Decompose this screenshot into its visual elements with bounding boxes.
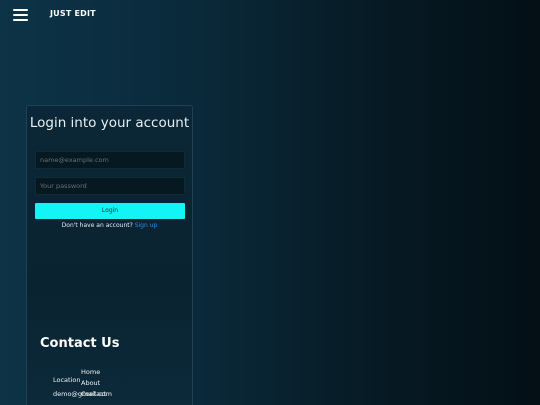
signup-prompt: Don't have an account? Sign up [27,222,192,229]
footer-link-home[interactable]: Home [81,368,100,376]
signup-prompt-text: Don't have an account? [61,222,133,229]
footer-location: Location [53,376,81,384]
hamburger-menu-icon[interactable] [13,9,28,21]
login-button[interactable]: Login [35,203,185,219]
footer-email: demo@gmail.com [53,390,112,398]
footer-link-about[interactable]: About [81,379,100,387]
email-field[interactable] [35,151,185,169]
login-card: Login into your account Login Don't have… [26,105,193,405]
brand-name[interactable]: JUST EDIT [50,9,96,18]
password-field[interactable] [35,177,185,195]
signup-link[interactable]: Sign up [135,222,158,229]
top-bar: JUST EDIT [0,0,540,30]
contact-title: Contact Us [40,336,120,351]
login-title: Login into your account [29,115,190,131]
